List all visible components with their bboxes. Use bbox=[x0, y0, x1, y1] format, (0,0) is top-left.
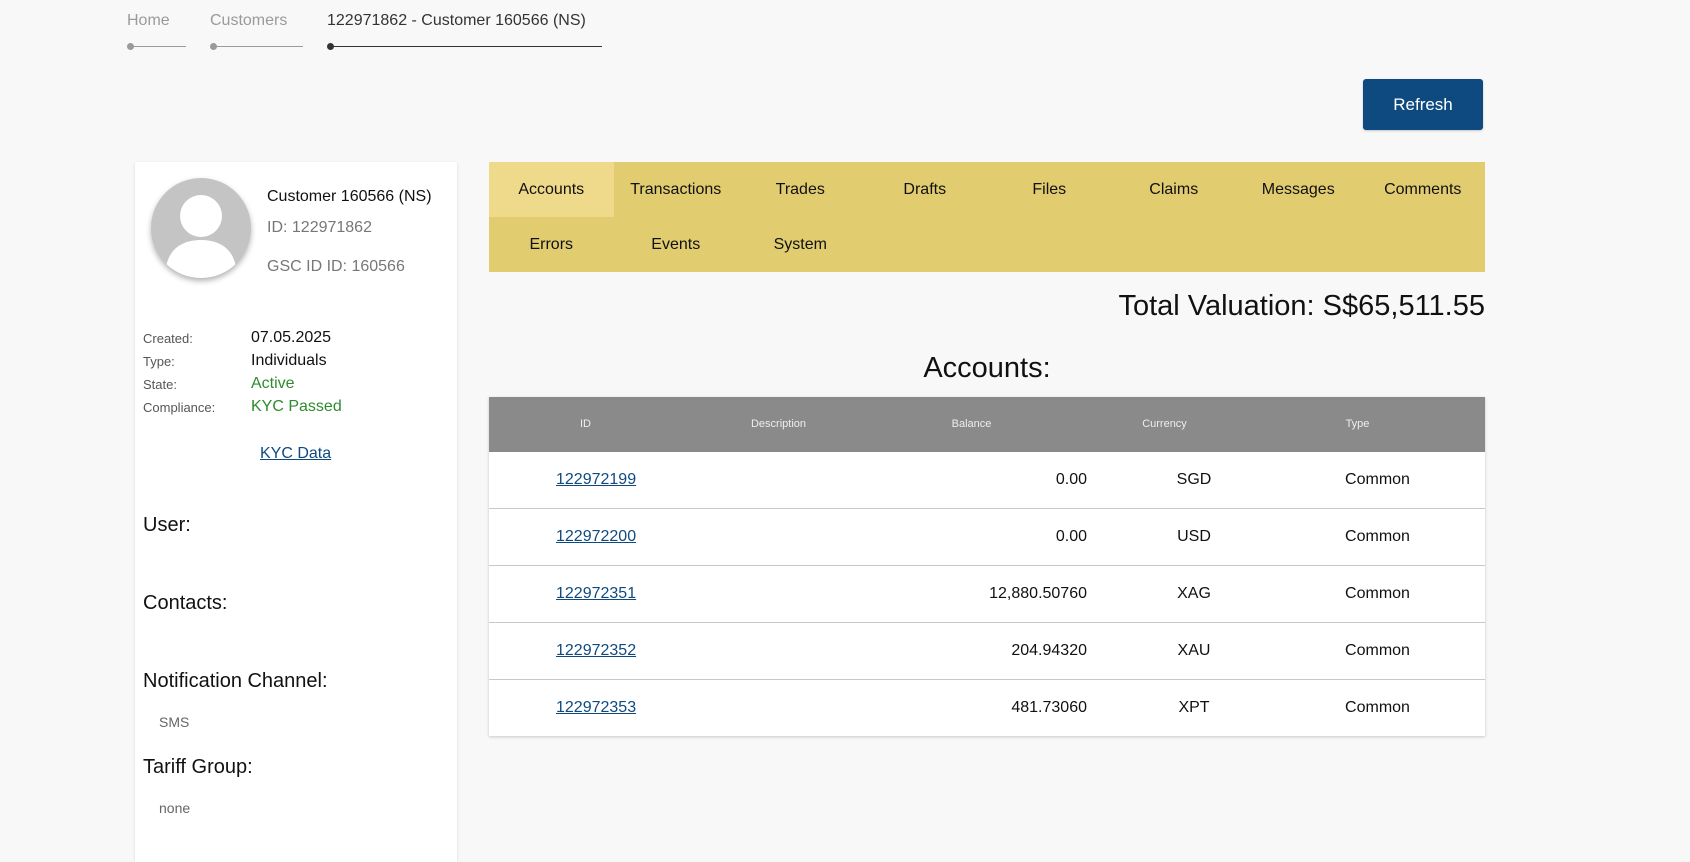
refresh-button[interactable]: Refresh bbox=[1363, 79, 1483, 130]
account-type: Common bbox=[1345, 528, 1410, 545]
table-body: 122972199 0.00 SGD Common 122972200 0.00… bbox=[489, 452, 1485, 736]
table-row: 122972199 0.00 SGD Common bbox=[489, 452, 1485, 508]
tab-bar: Accounts Transactions Trades Drafts File… bbox=[489, 162, 1485, 272]
account-id-link[interactable]: 122972351 bbox=[556, 566, 636, 622]
account-balance: 12,880.50760 bbox=[989, 585, 1087, 602]
tab-system[interactable]: System bbox=[738, 217, 863, 272]
state-label: State: bbox=[143, 377, 177, 392]
account-id-link[interactable]: 122972352 bbox=[556, 623, 636, 679]
column-header-id[interactable]: ID bbox=[489, 397, 682, 452]
table-row: 122972200 0.00 USD Common bbox=[489, 508, 1485, 565]
tab-accounts[interactable]: Accounts bbox=[489, 162, 614, 217]
account-id-link[interactable]: 122972353 bbox=[556, 680, 636, 736]
person-icon bbox=[165, 195, 237, 278]
tariff-group-value: none bbox=[159, 800, 191, 816]
account-currency: USD bbox=[1177, 528, 1211, 545]
account-balance: 0.00 bbox=[1055, 528, 1087, 545]
table-row: 122972353 481.73060 XPT Common bbox=[489, 679, 1485, 736]
tab-drafts[interactable]: Drafts bbox=[863, 162, 988, 217]
breadcrumb-current: 122971862 - Customer 160566 (NS) bbox=[327, 12, 586, 29]
tab-trades[interactable]: Trades bbox=[738, 162, 863, 217]
tab-errors[interactable]: Errors bbox=[489, 217, 614, 272]
customer-card: Customer 160566 (NS) ID: 122971862 GSC I… bbox=[135, 162, 457, 862]
created-label: Created: bbox=[143, 331, 193, 346]
account-currency: XPT bbox=[1178, 699, 1210, 716]
type-label: Type: bbox=[143, 354, 175, 369]
kyc-data-link[interactable]: KYC Data bbox=[260, 445, 331, 463]
account-type: Common bbox=[1345, 699, 1410, 716]
account-type: Common bbox=[1345, 471, 1410, 488]
breadcrumb-underline bbox=[130, 46, 186, 47]
total-valuation: Total Valuation: S$65,511.55 bbox=[1118, 290, 1485, 322]
breadcrumb-customers[interactable]: Customers bbox=[210, 12, 287, 30]
account-balance: 0.00 bbox=[1055, 471, 1087, 488]
table-header: ID Description Balance Currency Type bbox=[489, 397, 1485, 452]
column-header-description[interactable]: Description bbox=[682, 397, 875, 452]
notification-channel-heading: Notification Channel: bbox=[143, 670, 328, 692]
notification-channel-value: SMS bbox=[159, 714, 190, 730]
account-balance: 481.73060 bbox=[1011, 699, 1087, 716]
breadcrumb-underline bbox=[213, 46, 303, 47]
account-id-link[interactable]: 122972199 bbox=[556, 452, 636, 508]
tab-comments[interactable]: Comments bbox=[1361, 162, 1486, 217]
type-value: Individuals bbox=[251, 352, 327, 369]
user-heading: User: bbox=[143, 514, 191, 536]
column-header-type[interactable]: Type bbox=[1261, 397, 1454, 452]
account-type: Common bbox=[1345, 585, 1410, 602]
state-value: Active bbox=[251, 375, 295, 392]
accounts-title: Accounts: bbox=[923, 352, 1051, 384]
tab-claims[interactable]: Claims bbox=[1112, 162, 1237, 217]
compliance-label: Compliance: bbox=[143, 400, 216, 415]
table-row: 122972351 12,880.50760 XAG Common bbox=[489, 565, 1485, 622]
created-value: 07.05.2025 bbox=[251, 329, 332, 346]
breadcrumb-underline bbox=[330, 46, 602, 47]
account-balance: 204.94320 bbox=[1011, 642, 1087, 659]
tab-transactions[interactable]: Transactions bbox=[614, 162, 739, 217]
tab-events[interactable]: Events bbox=[614, 217, 739, 272]
column-header-currency[interactable]: Currency bbox=[1068, 397, 1261, 452]
tab-messages[interactable]: Messages bbox=[1236, 162, 1361, 217]
column-header-balance[interactable]: Balance bbox=[875, 397, 1068, 452]
accounts-table: ID Description Balance Currency Type 122… bbox=[489, 397, 1485, 736]
customer-gsc-id: GSC ID ID: 160566 bbox=[267, 258, 405, 275]
tab-files[interactable]: Files bbox=[987, 162, 1112, 217]
customer-id: ID: 122971862 bbox=[267, 219, 372, 236]
account-currency: SGD bbox=[1176, 471, 1212, 488]
compliance-value: KYC Passed bbox=[251, 398, 342, 415]
account-currency: XAU bbox=[1177, 642, 1211, 659]
avatar bbox=[151, 178, 251, 278]
table-row: 122972352 204.94320 XAU Common bbox=[489, 622, 1485, 679]
account-id-link[interactable]: 122972200 bbox=[556, 509, 636, 565]
breadcrumb-home[interactable]: Home bbox=[127, 12, 170, 30]
account-currency: XAG bbox=[1177, 585, 1211, 602]
contacts-heading: Contacts: bbox=[143, 592, 228, 614]
account-type: Common bbox=[1345, 642, 1410, 659]
tariff-group-heading: Tariff Group: bbox=[143, 756, 253, 778]
customer-name: Customer 160566 (NS) bbox=[267, 188, 432, 205]
